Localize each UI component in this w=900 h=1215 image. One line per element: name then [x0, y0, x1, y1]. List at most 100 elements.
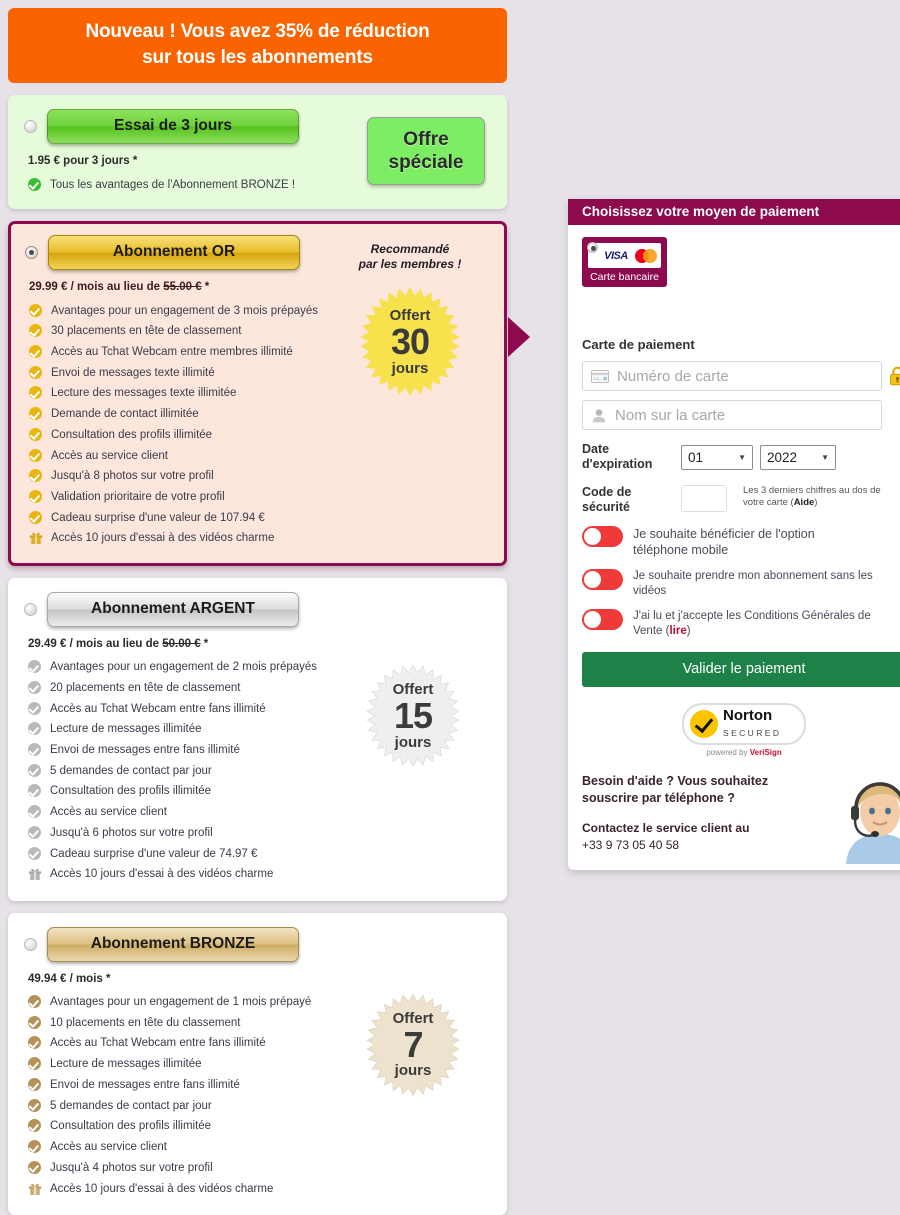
list-item: Consultation des profils illimitée [24, 1116, 491, 1137]
expiry-label-line-2: d'expiration [582, 457, 653, 472]
toggle-label-line-1: Je souhaite prendre mon abonnement sans … [633, 570, 873, 582]
check-icon [28, 1160, 41, 1174]
feature-text: Cadeau surprise d'une valeur de 107.94 € [51, 511, 265, 524]
help-contact-text: Contactez le service client au [582, 820, 750, 835]
cvv-label: Code de sécurité [582, 485, 674, 516]
plan-card-bronze[interactable]: Abonnement BRONZE 49.94 € / mois * Avant… [8, 912, 507, 1215]
toggle-phone-option[interactable] [582, 526, 623, 547]
card-number-input[interactable]: Numéro de carte [582, 361, 882, 391]
payment-method-label: Carte bancaire [590, 271, 659, 283]
check-icon [29, 386, 42, 400]
cvv-input[interactable] [681, 484, 727, 512]
check-icon [28, 743, 41, 756]
offer-badge-silver: Offert 15 jours [361, 664, 465, 768]
feature-text: Envoi de messages entre fans illimité [50, 1078, 240, 1091]
plan-radio-bronze[interactable] [24, 937, 37, 951]
check-icon [28, 1077, 41, 1091]
plan-radio-gold[interactable] [25, 246, 38, 259]
help-question: Besoin d'aide ? Vous souhaitez souscrire… [582, 773, 822, 807]
help-contact: Contactez le service client au +33 9 73 … [582, 820, 822, 855]
plan-button-trial[interactable]: Essai de 3 jours [47, 109, 299, 145]
check-icon [29, 427, 42, 441]
feature-text: Demande de contact illimitée [51, 408, 199, 421]
feature-text: Lecture de messages illimitée [50, 1058, 202, 1071]
feature-text: Consultation des profils illimitée [50, 1120, 212, 1133]
feature-text: Jusqu'à 8 photos sur votre profil [51, 470, 214, 483]
toggle-accept-terms[interactable] [582, 609, 623, 631]
plan-button-silver[interactable]: Abonnement ARGENT [47, 591, 299, 627]
payment-method-card[interactable]: VISA Carte bancaire [582, 237, 667, 287]
plan-radio-trial[interactable] [24, 120, 37, 134]
badge-unit: jours [391, 359, 429, 377]
chevron-down-icon: ▼ [738, 452, 746, 462]
help-phone-number: +33 9 73 05 40 58 [582, 838, 680, 853]
badge-unit: jours [394, 733, 432, 751]
check-icon [28, 177, 41, 191]
cvv-help-link[interactable]: Aide [794, 497, 815, 508]
plan-card-silver[interactable]: Abonnement ARGENT 29.49 € / mois au lieu… [8, 577, 507, 901]
person-icon [591, 408, 607, 423]
feature-text: Accès au service client [50, 1141, 167, 1154]
help-block: Besoin d'aide ? Vous souhaitez souscrire… [582, 773, 900, 865]
toggle-phone-option-label: Je souhaite bénéficier de l'option télép… [633, 526, 815, 558]
toggle-row-phone-option[interactable]: Je souhaite bénéficier de l'option télép… [582, 526, 900, 558]
gift-icon [28, 1182, 42, 1195]
plan-card-trial[interactable]: Essai de 3 jours 1.95 € pour 3 jours * T… [8, 95, 507, 209]
feature-text: Tous les avantages de l'Abonnement BRONZ… [50, 178, 296, 191]
card-number-row: Numéro de carte [582, 361, 900, 391]
check-icon [28, 1015, 41, 1029]
feature-text: Accès au service client [51, 449, 168, 462]
chevron-down-icon: ▼ [821, 452, 829, 462]
special-offer-button[interactable]: Offre spéciale [367, 117, 485, 186]
badge-number: 30 [390, 321, 430, 363]
expiry-label: Date d'expiration [582, 442, 674, 473]
badge-number: 15 [393, 694, 433, 736]
list-item: Validation prioritaire de votre profil [25, 486, 490, 507]
list-item: Accès au service client [25, 445, 490, 466]
promo-line-1: Nouveau ! Vous avez 35% de réduction [85, 21, 430, 42]
recommended-line-2: par les membres ! [358, 257, 462, 271]
card-name-input[interactable]: Nom sur la carte [582, 400, 882, 430]
card-brand-strip: VISA [588, 243, 661, 268]
expiry-year-value: 2022 [767, 449, 798, 465]
expiry-month-select[interactable]: 01 ▼ [681, 444, 753, 470]
price-current: 49.94 € / mois * [28, 972, 111, 985]
check-icon [29, 510, 42, 524]
plan-side-silver: Offert 15 jours [333, 650, 493, 768]
list-item: Demande de contact illimitée [25, 404, 490, 425]
list-item: Consultation des profils illimitée [24, 781, 491, 802]
validate-payment-button[interactable]: Valider le paiement [582, 651, 900, 687]
check-icon [29, 407, 42, 421]
feature-text: Accès au Tchat Webcam entre fans illimit… [50, 1037, 266, 1050]
lock-icon [889, 366, 900, 386]
feature-text: 5 demandes de contact par jour [50, 1099, 212, 1112]
plans-column: Nouveau ! Vous avez 35% de réduction sur… [0, 0, 515, 1215]
feature-text: Accès au service client [50, 806, 167, 819]
norton-secured-badge: Norton SECURED powered by VeriSign [682, 702, 806, 757]
terms-read-link[interactable]: lire [669, 625, 686, 637]
toggle-no-videos[interactable] [582, 569, 623, 590]
expiry-year-select[interactable]: 2022 ▼ [760, 444, 836, 470]
plan-button-bronze[interactable]: Abonnement BRONZE [47, 926, 299, 962]
plan-radio-silver[interactable] [24, 602, 37, 616]
payment-method-radio[interactable] [587, 242, 598, 253]
promo-banner: Nouveau ! Vous avez 35% de réduction sur… [8, 8, 507, 84]
price-star: * [201, 281, 210, 293]
norton-badge-main: Norton SECURED [682, 702, 806, 745]
toggle-row-terms[interactable]: J'ai lu et j'accepte les Conditions Géné… [582, 609, 900, 638]
gift-icon [29, 531, 43, 545]
plan-button-gold[interactable]: Abonnement OR [48, 235, 300, 270]
special-offer-line-2: spéciale [388, 152, 464, 174]
check-icon [29, 344, 42, 358]
cvv-hint-line-2: votre carte ( [743, 497, 794, 509]
check-icon [28, 995, 41, 1009]
toggle-row-no-videos[interactable]: Je souhaite prendre mon abonnement sans … [582, 569, 900, 598]
badge-number: 7 [403, 1023, 423, 1065]
card-name-row: Nom sur la carte [582, 400, 900, 430]
plan-card-gold[interactable]: Abonnement OR 29.99 € / mois au lieu de … [8, 221, 507, 566]
card-section-title: Carte de paiement [582, 337, 695, 352]
help-question-line-2: téléphone ? [664, 790, 735, 805]
feature-text: Envoi de messages entre fans illimité [50, 744, 240, 756]
feature-text: Avantages pour un engagement de 1 mois p… [50, 996, 312, 1009]
feature-text: 10 placements en tête du classement [50, 1016, 241, 1029]
